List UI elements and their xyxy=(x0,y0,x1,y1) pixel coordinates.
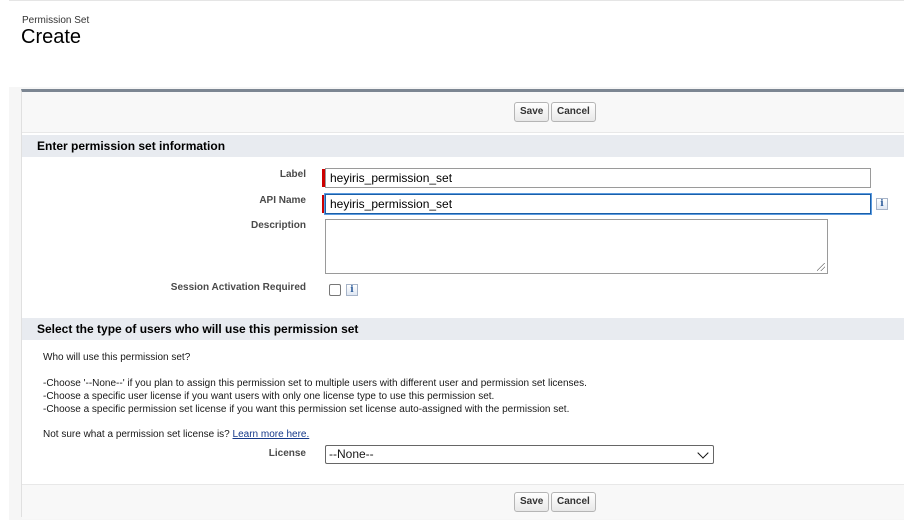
license-select[interactable]: --None-- xyxy=(325,445,714,464)
license-selected-value: --None-- xyxy=(329,447,374,461)
chevron-down-icon xyxy=(697,447,709,459)
section-heading-users: Select the type of users who will use th… xyxy=(22,318,904,340)
description-textarea[interactable] xyxy=(325,219,828,274)
guidance-line-1: -Choose '--None--' if you plan to assign… xyxy=(43,378,587,389)
license-field-label: License xyxy=(268,448,306,459)
top-button-bar: Save Cancel xyxy=(22,92,904,133)
cancel-button-bottom[interactable]: Cancel xyxy=(551,492,596,512)
license-help-row: Not sure what a permission set license i… xyxy=(43,429,309,440)
page-header xyxy=(9,0,904,87)
session-activation-label: Session Activation Required xyxy=(170,282,306,293)
learn-more-link[interactable]: Learn more here. xyxy=(233,429,310,440)
info-icon[interactable]: i xyxy=(876,198,888,210)
cancel-button-top[interactable]: Cancel xyxy=(551,102,596,122)
page-eyebrow: Permission Set xyxy=(22,15,90,26)
guidance-line-2: -Choose a specific user license if you w… xyxy=(43,391,495,402)
section-heading-info: Enter permission set information xyxy=(22,135,904,157)
guidance-line-3: -Choose a specific permission set licens… xyxy=(43,404,570,415)
bottom-button-bar: Save Cancel xyxy=(22,484,904,519)
description-field-label: Description xyxy=(250,220,306,231)
who-will-use-question: Who will use this permission set? xyxy=(43,352,191,363)
create-form-panel: Save Cancel Enter permission set informa… xyxy=(21,89,904,519)
not-sure-text: Not sure what a permission set license i… xyxy=(43,429,230,440)
label-input[interactable] xyxy=(325,168,871,188)
info-icon[interactable]: i xyxy=(346,284,358,296)
page-title: Create xyxy=(21,26,82,48)
api-name-field-label: API Name xyxy=(259,195,306,206)
label-field-label: Label xyxy=(279,169,306,180)
resize-grip-icon[interactable] xyxy=(817,263,825,271)
api-name-input[interactable] xyxy=(325,194,871,214)
session-activation-checkbox[interactable] xyxy=(329,284,341,296)
save-button-bottom[interactable]: Save xyxy=(514,492,550,512)
save-button-top[interactable]: Save xyxy=(514,102,550,122)
